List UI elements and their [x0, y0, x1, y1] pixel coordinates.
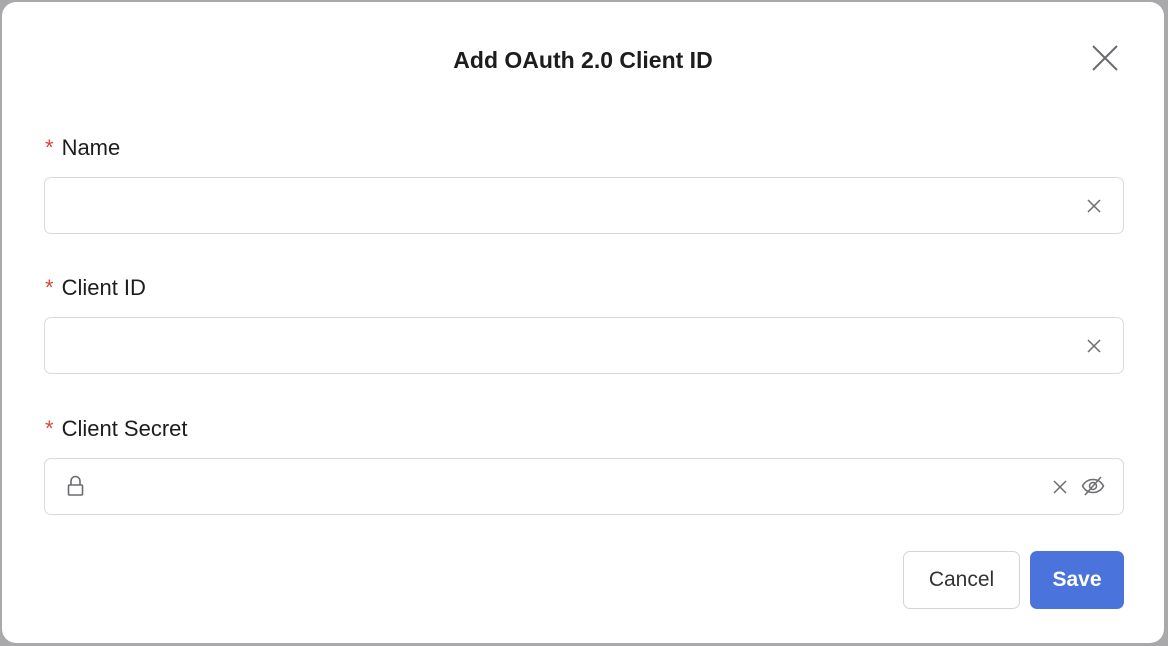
client-id-input[interactable] [61, 318, 1021, 373]
name-label: * Name [45, 135, 121, 160]
client-id-label: * Client ID [45, 275, 146, 300]
add-oauth-client-dialog: Add OAuth 2.0 Client ID * Name * Client ID… [2, 2, 1164, 643]
clear-icon[interactable] [1086, 338, 1102, 354]
close-icon[interactable] [1090, 43, 1120, 73]
name-field[interactable] [44, 177, 1124, 234]
lock-icon [67, 475, 84, 496]
name-input[interactable] [61, 178, 1021, 233]
client-secret-input[interactable] [99, 459, 1059, 514]
cancel-button[interactable]: Cancel [903, 551, 1020, 609]
clear-icon[interactable] [1086, 198, 1102, 214]
save-button[interactable]: Save [1030, 551, 1124, 609]
client-id-field[interactable] [44, 317, 1124, 374]
client-secret-label: * Client Secret [45, 416, 188, 441]
clear-icon[interactable] [1052, 479, 1068, 495]
dialog-title: Add OAuth 2.0 Client ID [453, 47, 713, 73]
eye-off-icon[interactable] [1081, 475, 1105, 497]
client-secret-field[interactable] [44, 458, 1124, 515]
